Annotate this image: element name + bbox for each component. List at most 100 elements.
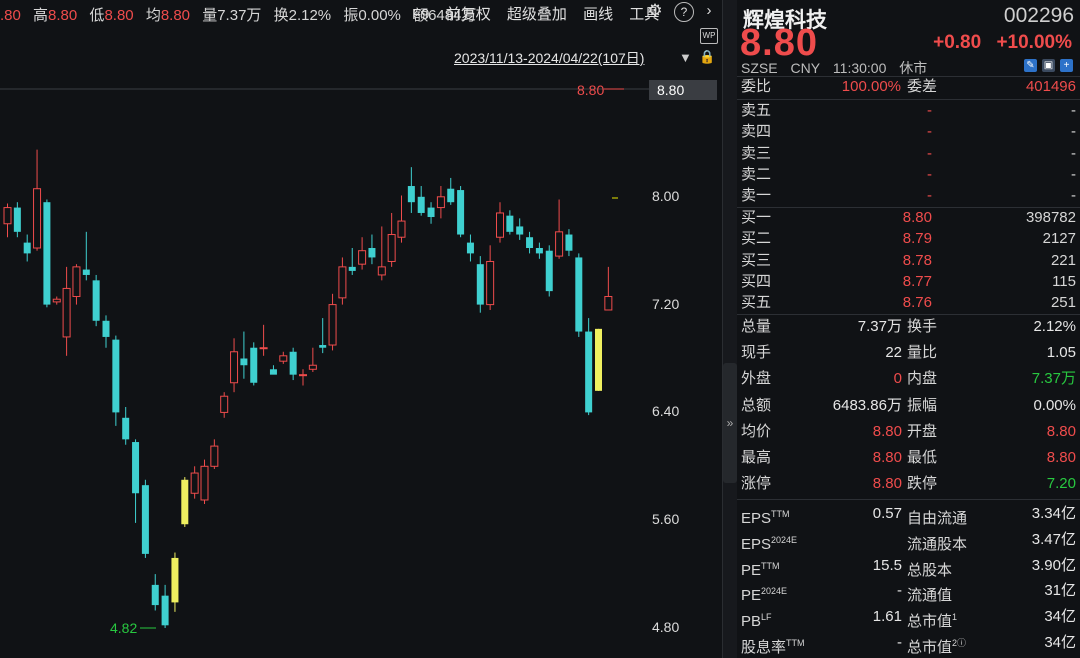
candle bbox=[387, 212, 396, 267]
stat-label-2: 开盘 bbox=[907, 422, 938, 440]
candle bbox=[112, 335, 120, 426]
candle bbox=[3, 203, 12, 238]
add-icon[interactable]: + bbox=[1060, 59, 1073, 72]
candle bbox=[526, 231, 534, 254]
candle bbox=[190, 466, 199, 499]
ask-price: - bbox=[927, 102, 932, 119]
stat-label: 总额 bbox=[741, 396, 772, 414]
stock-code: 002296 bbox=[1003, 4, 1074, 27]
candle-body bbox=[92, 280, 100, 321]
ask-row: 卖四 - - bbox=[741, 122, 1076, 142]
candle-body bbox=[496, 212, 504, 238]
bid-price: 8.76 bbox=[902, 294, 932, 312]
bid-volume: 398782 bbox=[1025, 209, 1076, 226]
stat-label-2: 换手 bbox=[907, 318, 938, 335]
kline-chart[interactable]: .80 高8.80 低8.80 均8.80 量7.37万 换2.12% 振0.0… bbox=[0, 0, 722, 658]
quote-time: 11:30:00 bbox=[832, 60, 887, 76]
edit-icon[interactable]: ✎ bbox=[1024, 59, 1037, 72]
price-change: +0.80 +10.00% bbox=[923, 32, 1072, 54]
candle bbox=[555, 199, 564, 259]
fund-label: PB bbox=[741, 613, 762, 631]
candle-body bbox=[417, 196, 425, 213]
stat-label: 均价 bbox=[741, 422, 772, 440]
stat-row: 现手 22 量比 1.05 bbox=[741, 343, 1076, 363]
candle-body bbox=[132, 442, 140, 494]
candle bbox=[377, 226, 386, 281]
ask-label: 卖四 bbox=[741, 123, 772, 141]
stat-label: 外盘 bbox=[741, 370, 772, 388]
candle-body bbox=[427, 207, 435, 218]
ask-row: 卖二 - - bbox=[741, 165, 1076, 185]
candle bbox=[259, 324, 268, 356]
candle-body bbox=[555, 231, 564, 257]
candle-body bbox=[269, 369, 277, 375]
candle-body bbox=[279, 355, 288, 362]
candle-body bbox=[62, 287, 71, 338]
candle bbox=[200, 459, 209, 505]
stat-row: 总量 7.37万 换手 2.12% bbox=[741, 317, 1076, 337]
candle bbox=[457, 186, 465, 238]
bid-row: 买五 8.76 251 bbox=[741, 293, 1076, 313]
candle-body bbox=[466, 242, 474, 254]
candle-body bbox=[82, 269, 90, 275]
ask-label: 卖二 bbox=[741, 165, 772, 183]
bid-row: 买三 8.78 221 bbox=[741, 251, 1076, 271]
panel-splitter[interactable]: » bbox=[722, 0, 737, 658]
candle-body bbox=[299, 374, 307, 377]
candle-body bbox=[220, 395, 229, 413]
candle-body bbox=[486, 260, 495, 306]
exchange: SZSE bbox=[741, 60, 778, 76]
fund-value-2: 3.90亿 bbox=[1031, 556, 1076, 574]
ask-row: 卖五 - - bbox=[741, 101, 1076, 121]
fund-value-2: 3.47亿 bbox=[1031, 530, 1076, 548]
bid-volume: 2127 bbox=[1042, 230, 1076, 248]
candle-body bbox=[476, 264, 484, 305]
ask-price: - bbox=[927, 123, 932, 141]
candle-body bbox=[358, 250, 367, 265]
current-price-tag: 8.80 bbox=[649, 80, 717, 100]
candle-body bbox=[397, 220, 406, 238]
bid-label: 买四 bbox=[741, 272, 772, 290]
candle-body bbox=[3, 207, 12, 225]
candle-body bbox=[102, 320, 110, 337]
candle-body bbox=[308, 364, 317, 370]
candle-body bbox=[319, 345, 327, 348]
price-tick: 8.00 bbox=[652, 187, 680, 204]
ask-volume: - bbox=[1071, 123, 1076, 141]
price-tick: 4.80 bbox=[652, 619, 680, 635]
fund-label: PE bbox=[741, 561, 762, 579]
candle bbox=[102, 315, 110, 348]
candle bbox=[585, 318, 593, 416]
change-amount: +0.80 bbox=[933, 32, 982, 53]
fund-label-sup: TTM bbox=[771, 509, 790, 519]
candle bbox=[220, 392, 229, 418]
weicha-label: 委差 bbox=[907, 78, 938, 95]
candle-body bbox=[171, 557, 179, 603]
collapse-arrow-icon[interactable]: » bbox=[723, 363, 737, 483]
candle bbox=[565, 229, 573, 257]
candle bbox=[52, 296, 61, 305]
stat-row: 均价 8.80 开盘 8.80 bbox=[741, 422, 1076, 442]
candle-body bbox=[457, 190, 465, 235]
fund-label: PE bbox=[741, 587, 762, 605]
stat-value: 0 bbox=[893, 370, 902, 388]
bid-label: 买二 bbox=[741, 230, 772, 248]
ask-label: 卖一 bbox=[741, 187, 772, 205]
candle bbox=[161, 584, 169, 628]
stat-value-2: 2.12% bbox=[1033, 318, 1076, 335]
candle bbox=[486, 245, 495, 310]
max-price-label: 8.80 bbox=[577, 82, 605, 98]
candle bbox=[33, 149, 42, 251]
weibi-value: 100.00% bbox=[841, 78, 901, 95]
stat-value-2: 8.80 bbox=[1046, 449, 1076, 466]
candle-body bbox=[565, 234, 573, 251]
candle bbox=[230, 338, 239, 393]
candle bbox=[338, 257, 347, 305]
candle-body bbox=[72, 266, 81, 298]
window-icon[interactable]: ▣ bbox=[1042, 59, 1055, 72]
bid-price: 8.77 bbox=[902, 272, 932, 290]
candle-body bbox=[240, 358, 248, 366]
candle-body bbox=[151, 584, 159, 606]
fund-label-sup: TTM bbox=[761, 560, 780, 571]
bid-row: 买二 8.79 2127 bbox=[741, 229, 1076, 249]
